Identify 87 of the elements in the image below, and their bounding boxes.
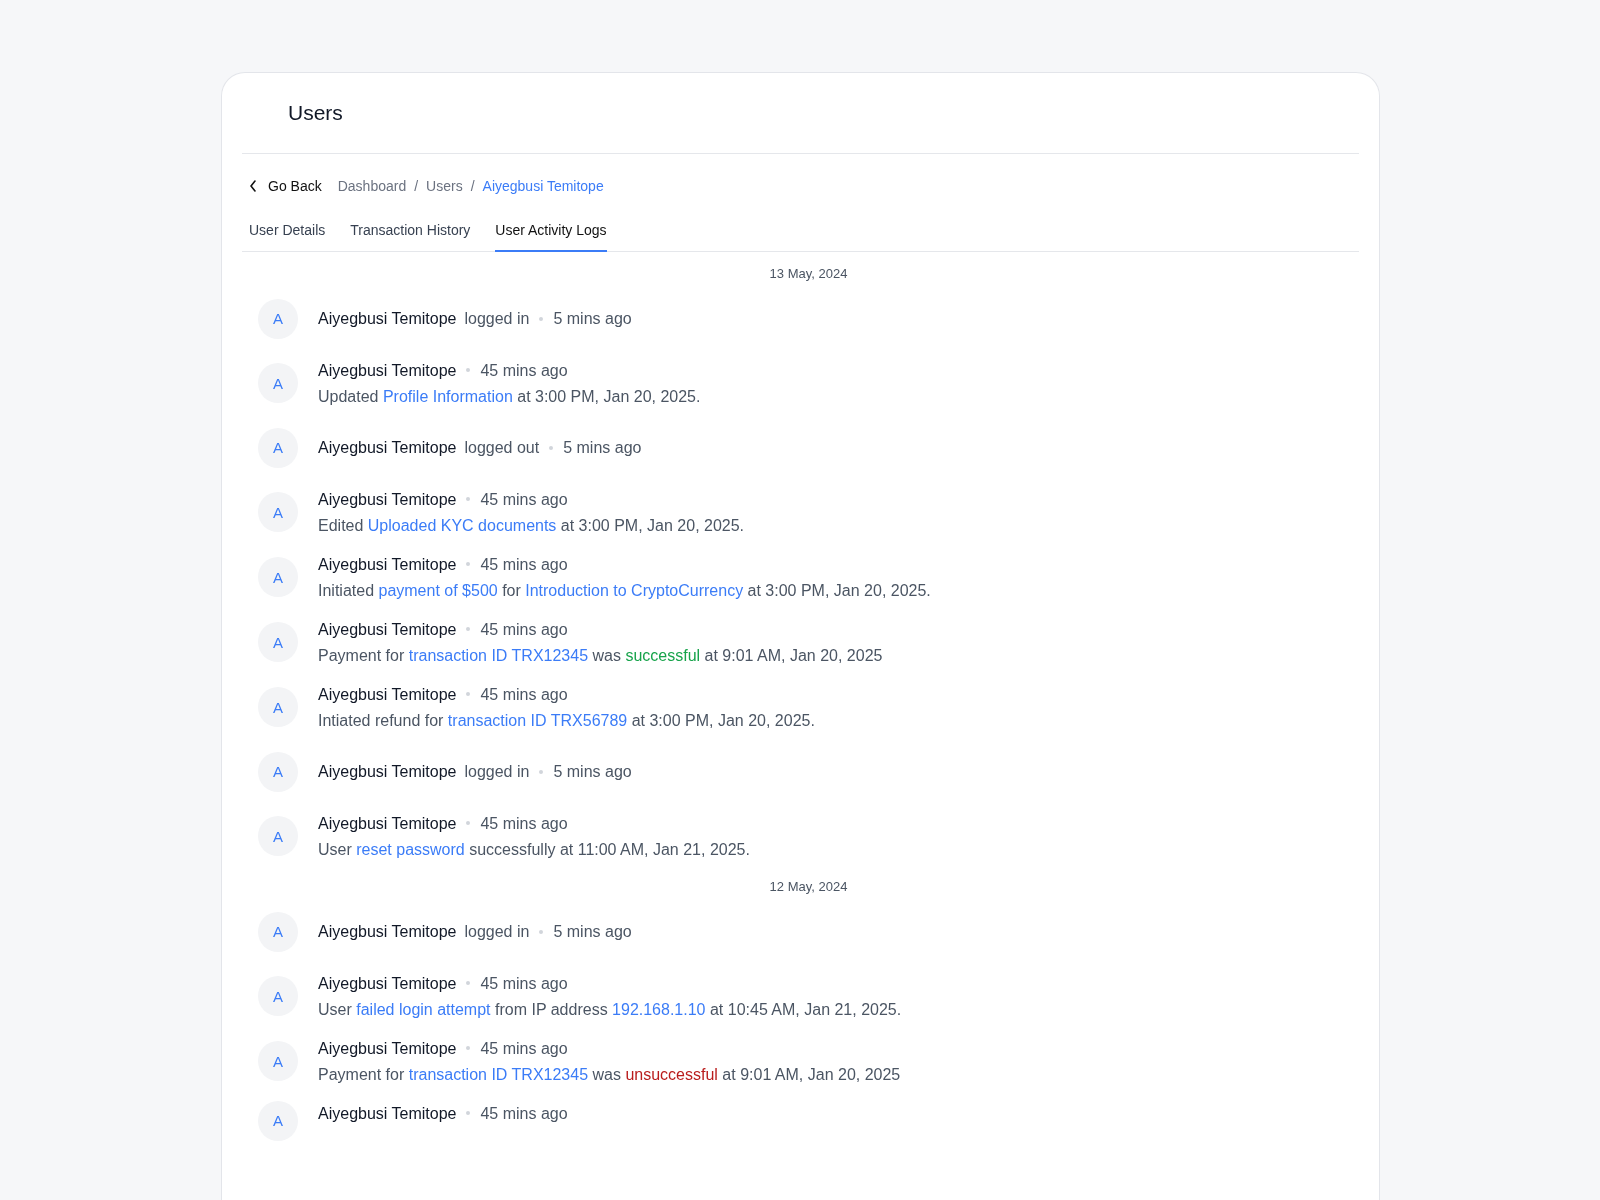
- user-name: Aiyegbusi Temitope: [318, 922, 457, 942]
- user-name: Aiyegbusi Temitope: [318, 360, 457, 381]
- activity-action: logged in: [464, 309, 530, 329]
- separator-dot-icon: [539, 769, 544, 774]
- activity-description: Updated Profile Information at 3:00 PM, Jan 20, 2025.: [318, 386, 701, 407]
- avatar: A: [258, 363, 298, 403]
- date-heading: 12 May, 2024: [768, 877, 849, 896]
- activity-time: 45 mins ago: [480, 360, 568, 381]
- separator-dot-icon: [466, 692, 471, 696]
- separator-dot-icon: [466, 821, 471, 825]
- user-name: Aiyegbusi Temitope: [318, 489, 457, 510]
- activity-time: 45 mins ago: [480, 1038, 568, 1059]
- user-name: Aiyegbusi Temitope: [318, 554, 457, 575]
- avatar: A: [258, 911, 298, 952]
- user-name: Aiyegbusi Temitope: [318, 684, 457, 705]
- user-name: Aiyegbusi Temitope: [318, 438, 457, 458]
- activity-link[interactable]: transaction ID TRX12345: [408, 1065, 589, 1083]
- tab[interactable]: User Details: [249, 212, 326, 252]
- activity-time: 45 mins ago: [480, 554, 568, 575]
- separator-dot-icon: [466, 1046, 471, 1050]
- page-title: Users: [288, 101, 343, 125]
- avatar: A: [258, 976, 298, 1016]
- date-heading: 13 May, 2024: [768, 264, 849, 283]
- chevron-left-icon: [249, 180, 257, 192]
- activity-time: 5 mins ago: [553, 762, 632, 782]
- activity-description: User reset password successfully at 11:00 AM, Jan 21, 2025.: [318, 839, 750, 860]
- activity-description: Intiated refund for transaction ID TRX56789 at 3:00 PM, Jan 20, 2025.: [318, 710, 815, 731]
- activity-action: logged in: [464, 922, 530, 942]
- breadcrumb-link[interactable]: Aiyegbusi Temitope: [482, 178, 604, 194]
- avatar: A: [258, 1041, 298, 1081]
- user-name: Aiyegbusi Temitope: [318, 1103, 457, 1124]
- activity-description: User failed login attempt from IP address 192.168.1.10 at 10:45 AM, Jan 21, 2025.: [318, 999, 902, 1020]
- separator-dot-icon: [539, 929, 544, 934]
- activity-action: logged out: [464, 438, 540, 458]
- separator-dot-icon: [549, 445, 554, 450]
- tab[interactable]: Transaction History: [350, 212, 471, 252]
- avatar: A: [258, 622, 298, 662]
- breadcrumb-link[interactable]: Users: [426, 178, 463, 194]
- tab[interactable]: User Activity Logs: [495, 212, 607, 252]
- activity-link[interactable]: reset password: [356, 840, 465, 858]
- separator-dot-icon: [466, 497, 471, 501]
- avatar: A: [258, 492, 298, 532]
- activity-time: 45 mins ago: [480, 619, 568, 640]
- activity-time: 45 mins ago: [480, 973, 568, 994]
- separator-dot-icon: [466, 562, 471, 566]
- user-name: Aiyegbusi Temitope: [318, 973, 457, 994]
- user-name: Aiyegbusi Temitope: [318, 309, 457, 329]
- activity-link[interactable]: Profile Information: [382, 387, 513, 405]
- avatar: A: [258, 751, 298, 792]
- activity-link[interactable]: transaction ID TRX56789: [447, 711, 628, 729]
- avatar: A: [258, 427, 298, 468]
- activity-link[interactable]: transaction ID TRX12345: [408, 646, 589, 664]
- user-name: Aiyegbusi Temitope: [318, 813, 457, 834]
- activity-time: 45 mins ago: [480, 684, 568, 705]
- activity-description: Initiated payment of $500 for Introduction to CryptoCurrency at 3:00 PM, Jan 20, 2025.: [318, 580, 931, 601]
- activity-link[interactable]: payment of $500: [378, 581, 498, 599]
- activity-time: 45 mins ago: [480, 1103, 568, 1124]
- activity-time: 5 mins ago: [553, 309, 632, 329]
- activity-time: 5 mins ago: [563, 438, 642, 458]
- user-name: Aiyegbusi Temitope: [318, 762, 457, 782]
- activity-link[interactable]: Uploaded KYC documents: [367, 516, 557, 534]
- breadcrumb-separator: /: [470, 178, 475, 194]
- activity-action: logged in: [464, 762, 530, 782]
- activity-link[interactable]: failed login attempt: [356, 1000, 491, 1018]
- activity-time: 5 mins ago: [553, 922, 632, 942]
- breadcrumb-separator: /: [414, 178, 419, 194]
- separator-dot-icon: [539, 316, 544, 321]
- separator-dot-icon: [466, 368, 471, 372]
- avatar: A: [258, 1100, 298, 1141]
- user-name: Aiyegbusi Temitope: [318, 619, 457, 640]
- separator-dot-icon: [466, 1111, 471, 1115]
- separator-dot-icon: [466, 627, 471, 631]
- activity-time: 45 mins ago: [480, 813, 568, 834]
- breadcrumb-link[interactable]: Dashboard: [337, 178, 407, 194]
- avatar: A: [258, 816, 298, 856]
- activity-description: Edited Uploaded KYC documents at 3:00 PM, Jan 20, 2025.: [318, 515, 745, 536]
- separator-dot-icon: [466, 981, 471, 985]
- avatar: A: [258, 687, 298, 727]
- activity-link[interactable]: 192.168.1.10: [612, 1000, 706, 1018]
- go-back-link[interactable]: Go Back: [249, 178, 322, 194]
- activity-link[interactable]: Introduction to CryptoCurrency: [525, 581, 744, 599]
- activity-description: Payment for transaction ID TRX12345 was successful at 9:01 AM, Jan 20, 2025: [318, 645, 883, 666]
- activity-time: 45 mins ago: [480, 489, 568, 510]
- user-name: Aiyegbusi Temitope: [318, 1038, 457, 1059]
- avatar: A: [258, 557, 298, 597]
- activity-description: Payment for transaction ID TRX12345 was unsuccessful at 9:01 AM, Jan 20, 2025: [318, 1064, 901, 1085]
- avatar: A: [258, 298, 298, 339]
